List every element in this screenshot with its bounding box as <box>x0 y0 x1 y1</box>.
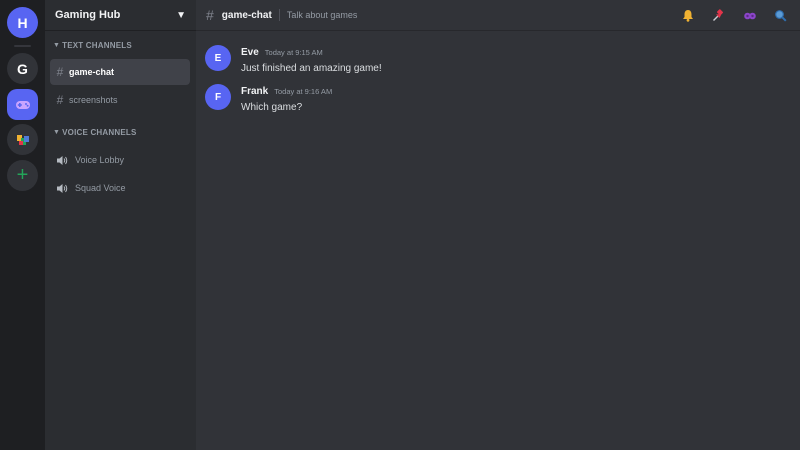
guild-header[interactable]: Gaming Hub ▼ <box>45 0 196 31</box>
caret-icon: ▼ <box>53 42 61 49</box>
server-rail: H G + <box>0 0 45 450</box>
hash-icon: # <box>56 93 64 107</box>
speaker-icon <box>56 182 70 194</box>
category-label: TEXT CHANNELS <box>62 41 132 50</box>
topbar-actions <box>680 8 788 23</box>
speaker-icon <box>56 154 70 166</box>
caret-icon: ▼ <box>53 129 61 136</box>
rail-separator <box>14 45 31 47</box>
server-home[interactable]: H <box>7 7 38 38</box>
channel-game-chat[interactable]: # game-chat <box>50 59 190 85</box>
search-icon[interactable] <box>773 8 788 23</box>
category-voice-channels[interactable]: ▼ VOICE CHANNELS <box>53 128 137 137</box>
message-author[interactable]: Frank <box>241 86 268 97</box>
category-text-channels[interactable]: ▼ TEXT CHANNELS <box>53 41 132 50</box>
channel-title: game-chat <box>221 9 272 21</box>
message-timestamp: Today at 9:15 AM <box>264 48 323 57</box>
members-icon[interactable] <box>742 8 757 23</box>
chat-main: # game-chat Talk about games E Eve Today… <box>196 0 800 450</box>
category-label: VOICE CHANNELS <box>62 128 137 137</box>
channel-label: game-chat <box>69 67 115 77</box>
avatar[interactable]: E <box>205 45 231 71</box>
pin-icon[interactable] <box>711 8 726 23</box>
message-author[interactable]: Eve <box>241 47 259 58</box>
server-blocks[interactable] <box>7 124 38 155</box>
message-header: Frank Today at 9:16 AM <box>241 86 332 97</box>
message: E Eve Today at 9:15 AM Just finished an … <box>205 45 785 85</box>
channel-label: Squad Voice <box>75 183 126 193</box>
channel-label: screenshots <box>69 95 118 105</box>
voice-channel-voice-lobby[interactable]: Voice Lobby <box>50 147 190 173</box>
message-timestamp: Today at 9:16 AM <box>274 87 333 96</box>
voice-channel-squad-voice[interactable]: Squad Voice <box>50 175 190 201</box>
blocks-icon <box>16 134 29 145</box>
gamepad-icon <box>15 100 30 109</box>
hash-icon: # <box>56 65 64 79</box>
topbar-divider <box>278 9 280 21</box>
channel-topic: Talk about games <box>286 10 358 20</box>
chevron-down-icon: ▼ <box>176 9 186 21</box>
avatar[interactable]: F <box>205 84 231 110</box>
add-server-button[interactable]: + <box>7 160 38 191</box>
server-gaming-hub[interactable] <box>7 89 38 120</box>
channel-screenshots[interactable]: # screenshots <box>50 87 190 113</box>
channel-sidebar: Gaming Hub ▼ ▼ TEXT CHANNELS # game-chat… <box>45 0 196 450</box>
channel-label: Voice Lobby <box>75 155 125 165</box>
server-g[interactable]: G <box>7 53 38 84</box>
guild-name: Gaming Hub <box>55 9 121 21</box>
channel-topbar: # game-chat Talk about games <box>196 0 800 31</box>
message-header: Eve Today at 9:15 AM <box>241 47 323 58</box>
message: F Frank Today at 9:16 AM Which game? <box>205 84 785 124</box>
message-content: Which game? <box>241 102 303 113</box>
message-content: Just finished an amazing game! <box>241 63 382 74</box>
hash-icon: # <box>206 7 214 23</box>
bell-icon[interactable] <box>680 8 695 23</box>
